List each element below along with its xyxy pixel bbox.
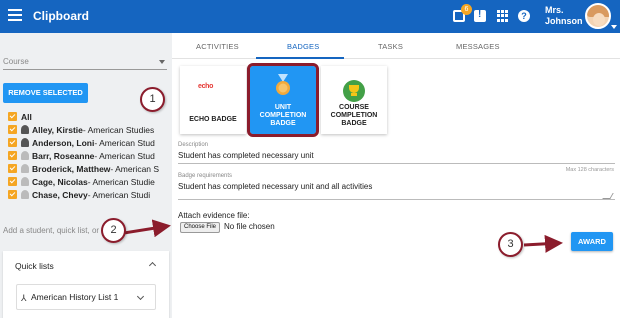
tab-badges[interactable]: BADGES [287,42,319,51]
list-item[interactable]: Chase, Chevy - American Studi [8,188,168,201]
badge-label: COURSE [339,104,369,111]
echo-badge-card[interactable]: echo ECHO BADGE [180,66,246,134]
person-placeholder-icon [21,151,29,160]
active-tab-indicator [256,57,344,59]
student-name: Barr, Roseanne [32,150,95,161]
add-student-input[interactable]: Add a student, quick list, or g [3,226,106,235]
award-button[interactable]: AWARD [571,232,613,251]
list-item[interactable]: Barr, Roseanne - American Stud [8,149,168,162]
checkbox-icon[interactable] [8,190,17,199]
checkbox-icon[interactable] [8,125,17,134]
badge-label: BADGE [341,120,367,127]
requirements-label: Badge requirements [178,173,233,179]
student-course: - American Studie [87,176,155,187]
student-course: - American Studi [87,189,151,200]
top-app-bar: Clipboard 6 ? Mrs. Johnson [0,0,620,33]
unit-completion-badge-card[interactable]: UNIT COMPLETION BADGE [247,63,319,137]
callout-2: 2 [101,218,126,243]
user-name-line2: Johnson [545,16,583,26]
student-course: - American Stud [94,150,155,161]
quick-list-select[interactable]: ⅄ American History List 1 [16,284,156,310]
callout-1: 1 [140,87,165,112]
badge-label: ECHO BADGE [189,116,237,123]
person-placeholder-icon [21,177,29,186]
student-name: Alley, Kirstie [32,124,83,135]
person-placeholder-icon [21,164,29,173]
trophy-base [351,93,357,96]
message-icon[interactable] [474,9,486,22]
student-avatar-icon [21,138,29,147]
badge-label: UNIT [274,104,292,111]
select-all-label: All [21,111,32,122]
list-item[interactable]: Anderson, Loni - American Stud [8,136,168,149]
description-label: Description [178,142,209,148]
file-status-text: No file chosen [224,222,275,231]
student-course: - American Studies [82,124,155,135]
app-title: Clipboard [33,9,89,23]
course-completion-badge-card[interactable]: COURSE COMPLETION BADGE [321,66,387,134]
main-panel: ACTIVITIES BADGES TASKS MESSAGES echo EC… [172,33,620,318]
echo-logo: echo [198,83,214,90]
list-item[interactable]: Cage, Nicolas - American Studie [8,175,168,188]
medal-icon [276,74,290,95]
student-name: Cage, Nicolas [32,176,88,187]
list-item[interactable]: Broderick, Matthew - American S [8,162,168,175]
course-select[interactable]: Course [3,56,167,70]
badge-label: COMPLETION [330,112,378,119]
notification-count-badge: 6 [461,4,472,15]
student-course: - American Stud [94,137,155,148]
hamburger-menu-icon[interactable] [8,9,22,23]
tab-messages[interactable]: MESSAGES [456,42,500,51]
student-name: Broderick, Matthew [32,163,111,174]
quick-list-label: American History List 1 [31,292,119,302]
quick-lists-panel: Quick lists ⅄ American History List 1 [3,251,169,318]
checkbox-icon[interactable] [8,177,17,186]
student-name: Anderson, Loni [32,137,95,148]
apps-grid-icon[interactable] [497,10,509,22]
avatar[interactable] [585,3,611,29]
help-icon[interactable]: ? [518,10,530,22]
tab-bar: ACTIVITIES BADGES TASKS MESSAGES [172,33,620,59]
student-list: All Alley, Kirstie - American Studies An… [8,110,168,201]
requirements-underline [178,199,615,200]
chevron-down-icon[interactable] [611,25,617,29]
choose-file-button[interactable]: Choose File [180,222,220,233]
requirements-field[interactable]: Student has completed necessary unit and… [178,182,372,191]
tab-tasks[interactable]: TASKS [378,42,403,51]
student-name: Chase, Chevy [32,189,88,200]
checkbox-icon[interactable] [8,164,17,173]
user-name[interactable]: Mrs. Johnson [545,5,583,27]
checkbox-icon[interactable] [8,138,17,147]
checkbox-icon[interactable] [8,112,17,121]
badge-label: BADGE [270,120,296,127]
max-characters-hint: Max 128 characters [565,167,614,173]
student-avatar-icon [21,125,29,134]
remove-selected-button[interactable]: REMOVE SELECTED [3,83,88,103]
student-course: - American S [110,163,160,174]
student-selection-panel: Course REMOVE SELECTED All Alley, Kirsti… [0,33,172,318]
select-all-row[interactable]: All [8,110,168,123]
user-name-line1: Mrs. [545,5,564,15]
chevron-down-icon [136,292,145,301]
description-field[interactable]: Student has completed necessary unit [178,151,314,160]
list-item[interactable]: Alley, Kirstie - American Studies [8,123,168,136]
attach-evidence-label: Attach evidence file: [178,211,250,220]
callout-3: 3 [498,232,523,257]
checkbox-icon[interactable] [8,151,17,160]
dropdown-caret-icon [159,60,165,64]
badge-label: COMPLETION [259,112,307,119]
description-underline [178,163,615,164]
chevron-up-icon[interactable] [148,261,157,270]
fork-icon: ⅄ [21,293,27,303]
course-select-placeholder: Course [3,57,29,66]
tab-activities[interactable]: ACTIVITIES [196,42,239,51]
quick-lists-title: Quick lists [15,261,54,271]
person-placeholder-icon [21,190,29,199]
